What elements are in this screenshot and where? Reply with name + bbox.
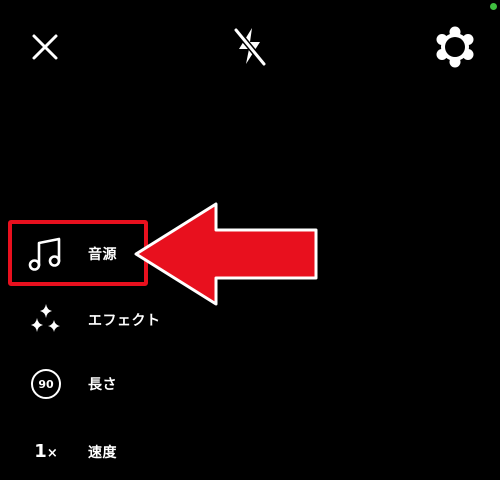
menu-item-speed[interactable]: 1× 速度 <box>14 426 234 478</box>
menu-item-label: 長さ <box>88 377 117 393</box>
close-icon <box>32 34 58 60</box>
sparkle-icon <box>14 294 78 346</box>
menu-item-length[interactable]: 90 長さ <box>14 358 234 410</box>
close-button[interactable] <box>28 30 62 64</box>
speed-icon: 1× <box>14 426 78 478</box>
menu-item-label: 速度 <box>88 445 117 461</box>
timer-value: 90 <box>31 369 61 399</box>
flash-off-icon <box>233 27 267 67</box>
settings-button[interactable] <box>432 24 478 70</box>
status-indicator-dot <box>490 3 497 10</box>
flash-toggle-button[interactable] <box>230 24 270 68</box>
menu-item-label: エフェクト <box>88 313 161 329</box>
highlight-box <box>8 220 148 286</box>
timer-icon: 90 <box>14 358 78 410</box>
arrow-left-icon <box>130 200 326 308</box>
gear-icon <box>436 26 474 68</box>
speed-value: 1× <box>34 441 58 462</box>
